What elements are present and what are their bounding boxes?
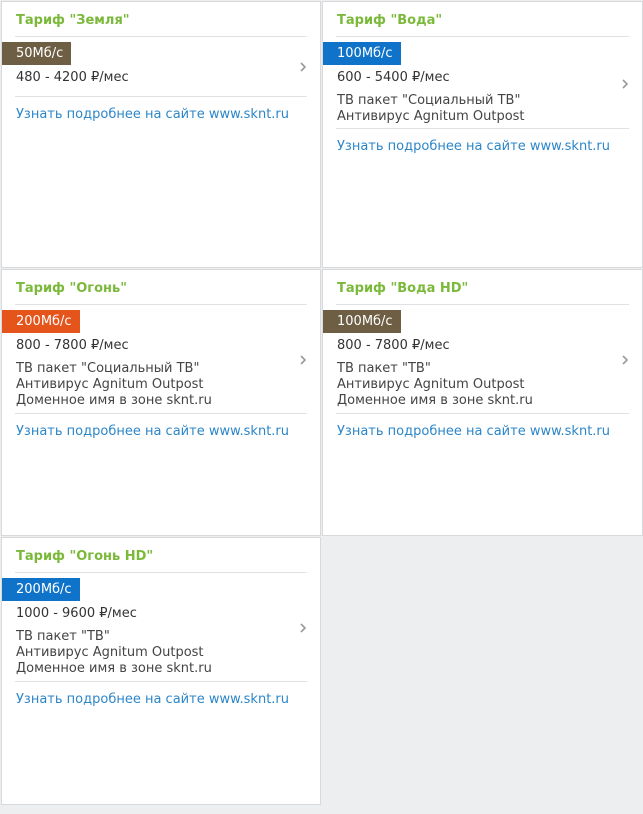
- feature-item: Антивирус Agnitum Outpost: [16, 645, 204, 660]
- features-divider: [15, 413, 307, 414]
- tariff-card-ogon-hd[interactable]: Тариф "Огонь HD" 200Мб/с 1000 - 9600 ₽/м…: [1, 537, 321, 805]
- more-info-link[interactable]: Узнать подробнее на сайте www.sknt.ru: [16, 692, 289, 707]
- features-divider: [15, 96, 307, 97]
- speed-badge: 200Мб/с: [2, 310, 80, 333]
- title-divider: [15, 36, 307, 37]
- chevron-right-icon[interactable]: [298, 621, 308, 635]
- chevron-right-icon[interactable]: [298, 60, 308, 74]
- feature-item: Антивирус Agnitum Outpost: [16, 377, 204, 392]
- more-info-link[interactable]: Узнать подробнее на сайте www.sknt.ru: [16, 424, 289, 439]
- price-range: 600 - 5400 ₽/мес: [337, 70, 450, 85]
- title-divider: [15, 304, 307, 305]
- features-list: ТВ пакет "ТВ" Антивирус Agnitum Outpost …: [16, 629, 212, 677]
- feature-item: ТВ пакет "ТВ": [337, 361, 431, 376]
- title-divider: [336, 304, 629, 305]
- features-divider: [336, 128, 629, 129]
- tariff-title: Тариф "Вода": [337, 13, 443, 28]
- feature-item: Доменное имя в зоне sknt.ru: [337, 393, 533, 408]
- tariff-title: Тариф "Вода HD": [337, 281, 469, 296]
- chevron-right-icon[interactable]: [298, 353, 308, 367]
- tariff-card-voda-hd[interactable]: Тариф "Вода HD" 100Мб/с 800 - 7800 ₽/мес…: [322, 269, 643, 536]
- price-range: 800 - 7800 ₽/мес: [337, 338, 450, 353]
- tariff-title: Тариф "Огонь HD": [16, 549, 154, 564]
- chevron-right-icon[interactable]: [620, 353, 630, 367]
- more-info-link[interactable]: Узнать подробнее на сайте www.sknt.ru: [337, 424, 610, 439]
- title-divider: [336, 36, 629, 37]
- feature-item: Антивирус Agnitum Outpost: [337, 377, 525, 392]
- chevron-right-icon[interactable]: [620, 77, 630, 91]
- feature-item: ТВ пакет "ТВ": [16, 629, 110, 644]
- tariff-title: Тариф "Земля": [16, 13, 130, 28]
- speed-badge: 200Мб/с: [2, 578, 80, 601]
- price-range: 800 - 7800 ₽/мес: [16, 338, 129, 353]
- tariff-card-ogon[interactable]: Тариф "Огонь" 200Мб/с 800 - 7800 ₽/мес Т…: [1, 269, 321, 536]
- speed-badge: 50Мб/с: [2, 42, 72, 65]
- tariff-card-voda[interactable]: Тариф "Вода" 100Мб/с 600 - 5400 ₽/мес ТВ…: [322, 1, 643, 268]
- features-list: ТВ пакет "Социальный ТВ" Антивирус Agnit…: [337, 93, 525, 125]
- tariff-grid: Тариф "Земля" 50Мб/с 480 - 4200 ₽/мес Уз…: [0, 0, 643, 814]
- price-range: 1000 - 9600 ₽/мес: [16, 606, 137, 621]
- feature-item: Антивирус Agnitum Outpost: [337, 109, 525, 124]
- more-info-link[interactable]: Узнать подробнее на сайте www.sknt.ru: [337, 139, 610, 154]
- speed-badge: 100Мб/с: [323, 42, 401, 65]
- tariff-title: Тариф "Огонь": [16, 281, 128, 296]
- feature-item: Доменное имя в зоне sknt.ru: [16, 393, 212, 408]
- more-info-link[interactable]: Узнать подробнее на сайте www.sknt.ru: [16, 107, 289, 122]
- feature-item: ТВ пакет "Социальный ТВ": [337, 93, 521, 108]
- features-divider: [336, 413, 629, 414]
- features-divider: [15, 681, 307, 682]
- features-list: ТВ пакет "ТВ" Антивирус Agnitum Outpost …: [337, 361, 533, 409]
- feature-item: ТВ пакет "Социальный ТВ": [16, 361, 200, 376]
- tariff-card-zemlya[interactable]: Тариф "Земля" 50Мб/с 480 - 4200 ₽/мес Уз…: [1, 1, 321, 268]
- title-divider: [15, 572, 307, 573]
- price-range: 480 - 4200 ₽/мес: [16, 70, 129, 85]
- features-list: ТВ пакет "Социальный ТВ" Антивирус Agnit…: [16, 361, 212, 409]
- feature-item: Доменное имя в зоне sknt.ru: [16, 661, 212, 676]
- speed-badge: 100Мб/с: [323, 310, 401, 333]
